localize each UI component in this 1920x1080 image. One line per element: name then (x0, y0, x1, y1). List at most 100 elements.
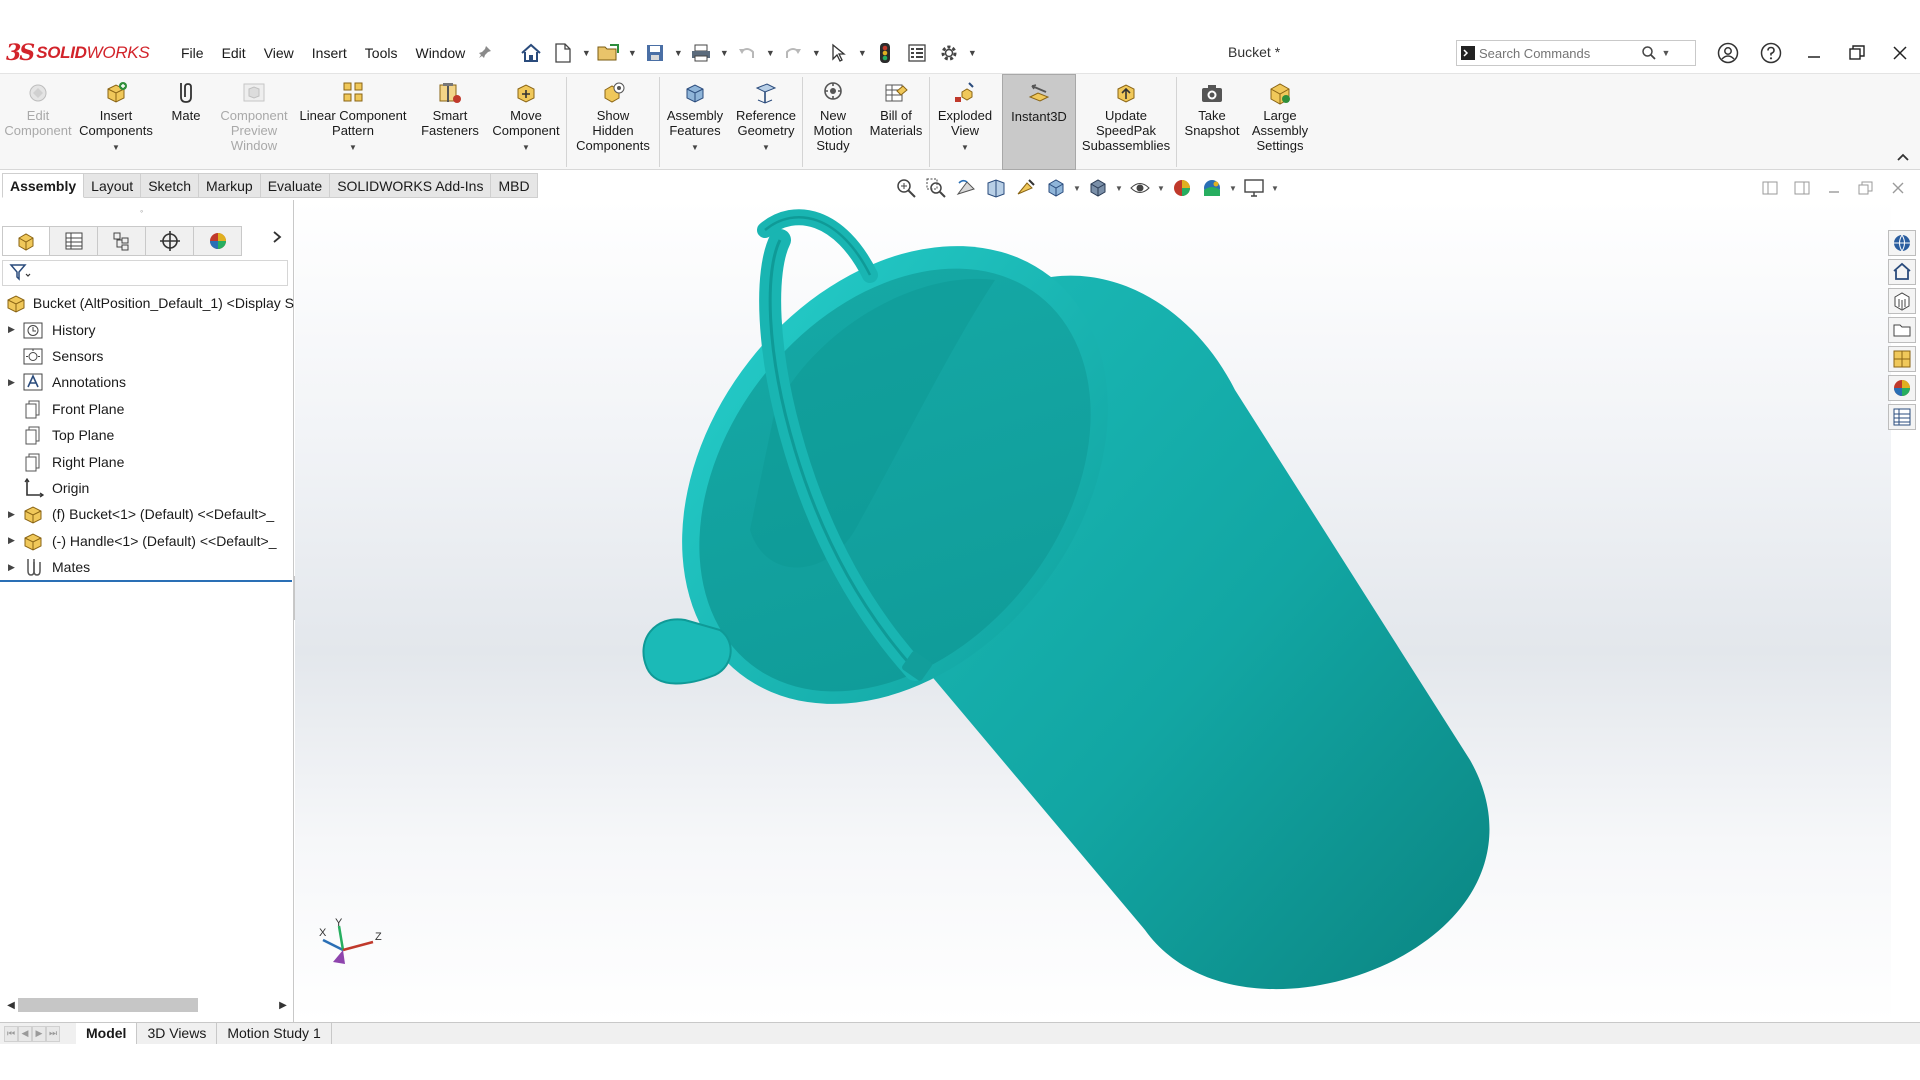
tree-item-handle-part[interactable]: ▶ (-) Handle<1> (Default) <<Default>_ (0, 528, 294, 554)
menu-insert[interactable]: Insert (303, 45, 356, 61)
home-pane-icon[interactable] (1888, 259, 1916, 285)
display-style-icon[interactable] (1084, 176, 1112, 200)
undo-icon[interactable] (732, 39, 762, 67)
home-icon[interactable] (516, 39, 546, 67)
prev-tab-icon[interactable]: ◀ (18, 1025, 32, 1042)
redo-icon[interactable] (778, 39, 808, 67)
mate-button[interactable]: Mate (156, 74, 216, 170)
update-speedpak-button[interactable]: Update SpeedPak Subassemblies (1076, 74, 1176, 170)
new-dropdown-icon[interactable]: ▼ (580, 39, 592, 67)
expand-arrow-icon[interactable]: ▶ (8, 562, 20, 573)
tile-left-icon[interactable] (1758, 178, 1782, 198)
rebuild-icon[interactable] (870, 39, 900, 67)
tab-assembly[interactable]: Assembly (2, 173, 85, 198)
tree-item-right-plane[interactable]: Right Plane (0, 448, 294, 474)
edit-appearance-icon[interactable] (1168, 176, 1196, 200)
new-motion-study-button[interactable]: New Motion Study (803, 74, 863, 170)
move-component-dropdown-icon[interactable]: ▼ (522, 140, 530, 155)
open-dropdown-icon[interactable]: ▼ (626, 39, 638, 67)
file-explorer-icon[interactable] (1888, 317, 1916, 343)
undo-dropdown-icon[interactable]: ▼ (764, 39, 776, 67)
assembly-features-button[interactable]: Assembly Features ▼ (660, 74, 730, 170)
graphics-area[interactable] (295, 200, 1891, 1022)
exploded-view-dropdown-icon[interactable]: ▼ (961, 140, 969, 155)
print-dropdown-icon[interactable]: ▼ (718, 39, 730, 67)
tree-filter[interactable] (2, 260, 288, 286)
design-library-icon[interactable] (1888, 288, 1916, 314)
bill-of-materials-button[interactable]: Bill of Materials (863, 74, 929, 170)
tree-item-front-plane[interactable]: Front Plane (0, 396, 294, 422)
apply-scene-dropdown-icon[interactable]: ▼ (1228, 184, 1238, 193)
more-tabs-chevron-icon[interactable] (272, 230, 282, 249)
menu-tools[interactable]: Tools (356, 45, 407, 61)
search-options-dropdown-icon[interactable]: ▼ (1659, 48, 1673, 58)
exploded-view-button[interactable]: Exploded View ▼ (930, 74, 1000, 170)
reference-geometry-dropdown-icon[interactable]: ▼ (762, 140, 770, 155)
file-properties-icon[interactable] (902, 39, 932, 67)
insert-components-button[interactable]: Insert Components ▼ (76, 74, 156, 170)
open-folder-icon[interactable] (594, 39, 624, 67)
tab-motion-study-1[interactable]: Motion Study 1 (217, 1022, 332, 1045)
feature-manager-tab[interactable] (2, 226, 50, 256)
apply-scene-icon[interactable] (1198, 176, 1226, 200)
viewport-restore-icon[interactable] (1854, 178, 1878, 198)
help-icon[interactable] (1749, 36, 1792, 70)
close-icon[interactable] (1878, 36, 1920, 70)
search-icon[interactable] (1639, 45, 1659, 61)
reference-geometry-button[interactable]: Reference Geometry ▼ (730, 74, 802, 170)
take-snapshot-button[interactable]: Take Snapshot (1177, 74, 1247, 170)
insert-components-dropdown-icon[interactable]: ▼ (112, 140, 120, 155)
scroll-left-icon[interactable]: ◀ (4, 1000, 18, 1011)
search-commands-box[interactable]: ▼ (1456, 40, 1696, 66)
print-icon[interactable] (686, 39, 716, 67)
panel-grip-icon[interactable]: ◦ (140, 206, 150, 216)
options-dropdown-icon[interactable]: ▼ (966, 39, 978, 67)
instant3d-button[interactable]: Instant3D (1002, 74, 1076, 170)
tree-item-sensors[interactable]: Sensors (0, 343, 294, 369)
search-input[interactable] (1479, 45, 1639, 61)
tree-item-history[interactable]: ▶ History (0, 316, 294, 342)
expand-arrow-icon[interactable]: ▶ (8, 324, 20, 335)
collapse-ribbon-icon[interactable] (1896, 151, 1910, 165)
filter-funnel-icon[interactable] (9, 262, 33, 285)
next-tab-icon[interactable]: ▶ (32, 1025, 46, 1042)
panel-horizontal-scrollbar[interactable]: ◀ ▶ (4, 996, 290, 1014)
redo-dropdown-icon[interactable]: ▼ (810, 39, 822, 67)
tab-mbd[interactable]: MBD (491, 173, 538, 198)
section-view-icon[interactable] (982, 176, 1010, 200)
custom-properties-icon[interactable] (1888, 404, 1916, 430)
show-hidden-components-button[interactable]: Show Hidden Components (567, 74, 659, 170)
view-settings-dropdown-icon[interactable]: ▼ (1270, 184, 1280, 193)
save-icon[interactable] (640, 39, 670, 67)
view-settings-icon[interactable] (1240, 176, 1268, 200)
configuration-manager-tab[interactable] (98, 226, 146, 256)
smart-fasteners-button[interactable]: Smart Fasteners (414, 74, 486, 170)
property-manager-tab[interactable] (50, 226, 98, 256)
tab-model[interactable]: Model (76, 1022, 138, 1045)
pin-icon[interactable] (478, 45, 494, 61)
display-style-dropdown-icon[interactable]: ▼ (1114, 184, 1124, 193)
menu-window[interactable]: Window (406, 45, 474, 61)
tree-item-top-plane[interactable]: Top Plane (0, 422, 294, 448)
tree-item-origin[interactable]: Origin (0, 475, 294, 501)
tab-sketch[interactable]: Sketch (141, 173, 200, 198)
bucket-model[interactable] (295, 200, 1891, 1022)
hide-show-dropdown-icon[interactable]: ▼ (1156, 184, 1166, 193)
bucket-spout[interactable] (642, 618, 732, 685)
viewport-minimize-icon[interactable] (1822, 178, 1846, 198)
tab-evaluate[interactable]: Evaluate (260, 173, 331, 198)
hide-show-items-icon[interactable] (1126, 176, 1154, 200)
expand-arrow-icon[interactable]: ▶ (8, 377, 20, 388)
assembly-features-dropdown-icon[interactable]: ▼ (691, 140, 699, 155)
options-gear-icon[interactable] (934, 39, 964, 67)
tree-item-mates[interactable]: ▶ Mates (0, 554, 294, 580)
view-palette-icon[interactable] (1888, 346, 1916, 372)
first-tab-icon[interactable]: ⏮ (4, 1025, 18, 1042)
edit-component-button[interactable]: Edit Component (0, 74, 76, 170)
expand-arrow-icon[interactable]: ▶ (8, 535, 20, 546)
menu-file[interactable]: File (172, 45, 213, 61)
tree-end-marker[interactable] (0, 580, 292, 582)
tab-markup[interactable]: Markup (199, 173, 261, 198)
tile-right-icon[interactable] (1790, 178, 1814, 198)
linear-component-pattern-button[interactable]: Linear Component Pattern ▼ (292, 74, 414, 170)
